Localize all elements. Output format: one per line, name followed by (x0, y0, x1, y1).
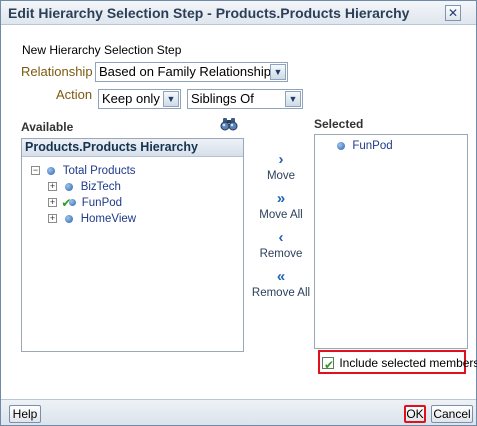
tree-item-label[interactable]: BizTech (81, 181, 121, 193)
tree-item-label[interactable]: FunPod (82, 197, 122, 209)
remove-all-label: Remove All (251, 287, 311, 299)
move-all-icon: » (276, 190, 286, 207)
selected-label: Selected (314, 117, 364, 131)
relationship-label: Relationship (21, 64, 93, 79)
remove-all-icon: « (276, 268, 286, 285)
include-selected-label: Include selected members (339, 355, 477, 370)
include-selected-checkbox[interactable]: ✔ (322, 356, 334, 372)
selected-item[interactable]: FunPod (337, 137, 393, 153)
action-select-value: Keep only (102, 91, 160, 106)
member-icon (337, 141, 345, 150)
remove-button[interactable]: ‹ Remove (246, 229, 316, 260)
tree-row-total-products: − Total Products (31, 162, 136, 178)
selected-item-label: FunPod (352, 140, 393, 152)
expand-icon[interactable]: + (48, 182, 57, 192)
move-all-button[interactable]: » Move All (246, 190, 316, 221)
close-icon: ✕ (447, 6, 459, 20)
tree-row-biztech: + BizTech (48, 178, 121, 194)
hierarchy-selection-dialog: Edit Hierarchy Selection Step - Products… (0, 0, 477, 426)
step-heading: New Hierarchy Selection Step (22, 43, 182, 57)
family-select-value: Siblings Of (191, 91, 254, 106)
tree-row-homeview: + HomeView (48, 210, 136, 226)
relationship-select-value: Based on Family Relationship (99, 64, 271, 79)
tree-item-label[interactable]: HomeView (81, 213, 136, 225)
tree-row-funpod: + ✔ FunPod (48, 194, 122, 210)
help-button[interactable]: Help (9, 405, 41, 423)
available-panel-header: Products.Products Hierarchy (22, 139, 243, 157)
member-icon (47, 166, 56, 175)
expand-icon[interactable]: + (48, 214, 57, 224)
dialog-titlebar: Edit Hierarchy Selection Step - Products… (1, 1, 476, 25)
chevron-down-icon: ▼ (270, 64, 286, 80)
search-binoculars-icon[interactable] (220, 117, 238, 131)
member-icon (65, 182, 74, 191)
move-label: Move (266, 170, 296, 182)
action-label: Action (56, 87, 93, 102)
collapse-icon[interactable]: − (31, 166, 40, 176)
relationship-select[interactable]: Based on Family Relationship ▼ (95, 62, 288, 82)
hierarchy-title: Products.Products Hierarchy (25, 140, 198, 154)
available-label: Available (21, 120, 74, 134)
chevron-down-icon: ▼ (163, 91, 179, 107)
member-icon (65, 214, 74, 223)
move-all-label: Move All (259, 209, 303, 221)
chevron-down-icon: ▼ (285, 91, 301, 107)
move-button[interactable]: › Move (246, 151, 316, 182)
remove-icon: ‹ (278, 229, 284, 246)
checkmark-icon: ✔ (324, 357, 335, 372)
move-icon: › (278, 151, 284, 168)
remove-label: Remove (259, 248, 303, 260)
member-icon (69, 199, 77, 207)
action-select[interactable]: Keep only ▼ (98, 89, 181, 109)
include-selected-members: ✔ Include selected members (318, 350, 477, 374)
dialog-footer: Help OK Cancel (1, 399, 476, 425)
ok-button[interactable]: OK (404, 405, 426, 423)
family-select[interactable]: Siblings Of ▼ (187, 89, 303, 109)
remove-all-button[interactable]: « Remove All (246, 268, 316, 299)
available-tree-panel: Products.Products Hierarchy − Total Prod… (21, 138, 244, 352)
close-button[interactable]: ✕ (445, 5, 461, 21)
cancel-button[interactable]: Cancel (431, 405, 473, 423)
tree-item-label[interactable]: Total Products (63, 165, 136, 177)
dialog-title: Edit Hierarchy Selection Step - Products… (8, 5, 410, 21)
expand-icon[interactable]: + (48, 198, 57, 208)
selected-list-panel[interactable]: FunPod (314, 134, 468, 349)
